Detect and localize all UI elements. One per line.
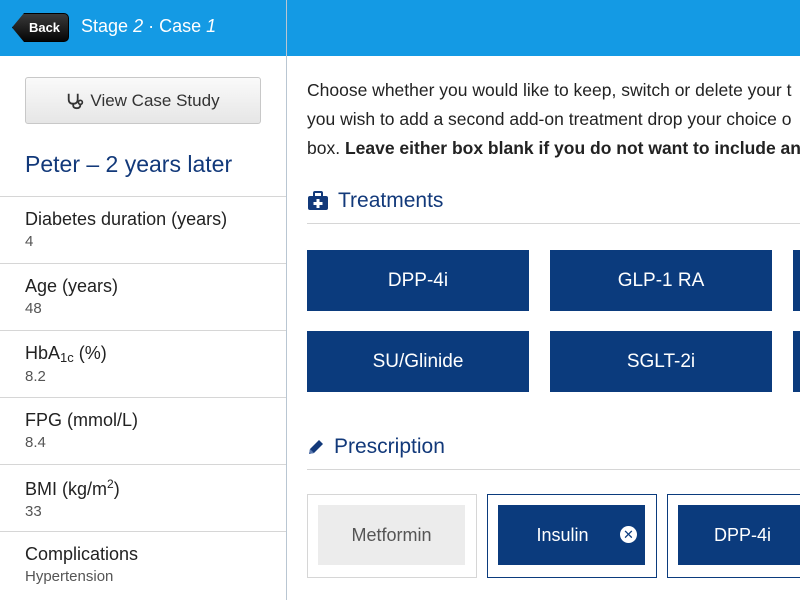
page-title: Stage 2 · Case 1 xyxy=(81,16,216,37)
instructions-plain: box. xyxy=(307,138,345,158)
title-stage-number: 2 xyxy=(133,16,144,36)
treatment-dpp4i-button[interactable]: DPP-4i xyxy=(307,250,529,311)
prescription-insulin[interactable]: Insulin ✕ xyxy=(498,505,645,565)
treatment-su-glinide-button[interactable]: SU/Glinide xyxy=(307,331,529,392)
instructions-bold: Leave either box blank if you do not wan… xyxy=(344,138,800,158)
treatment-label: DPP-4i xyxy=(387,269,449,291)
section-divider xyxy=(307,223,800,224)
instructions-text: Choose whether you would like to keep, s… xyxy=(307,76,800,163)
stethoscope-icon xyxy=(68,93,84,109)
treatment-sglt2i-button[interactable]: SGLT-2i xyxy=(550,331,772,392)
left-navbar: Back Stage 2 · Case 1 xyxy=(0,0,286,56)
view-case-study-button[interactable]: View Case Study xyxy=(25,77,261,124)
back-button[interactable]: Back xyxy=(12,13,69,42)
title-case-number: 1 xyxy=(206,16,217,36)
title-case-label: Case xyxy=(159,16,202,36)
medical-kit-icon xyxy=(308,191,328,210)
stat-value: 8.4 xyxy=(25,434,46,451)
stat-value: 33 xyxy=(25,503,42,520)
stat-value: 8.2 xyxy=(25,368,46,385)
prescription-slot-addon-1[interactable]: Insulin ✕ xyxy=(487,494,657,578)
title-separator: · xyxy=(148,16,155,36)
stat-hba1c: HbA1c (%) 8.2 xyxy=(0,330,286,397)
prescription-label: Insulin xyxy=(536,524,589,545)
prescription-label: Metformin xyxy=(351,524,432,545)
stat-diabetes-duration: Diabetes duration (years) 4 xyxy=(0,196,286,263)
stat-label-superscript: 2 xyxy=(107,477,114,491)
stat-label: Diabetes duration (years) xyxy=(25,209,228,229)
main-content: Choose whether you would like to keep, s… xyxy=(287,56,800,600)
treatment-label: SU/Glinide xyxy=(372,350,464,372)
patient-title: Peter – 2 years later xyxy=(25,151,233,177)
treatment-partial-button[interactable] xyxy=(793,250,800,311)
stat-label: BMI (kg/m2) xyxy=(25,477,286,500)
stat-fpg: FPG (mmol/L) 8.4 xyxy=(0,397,286,464)
stat-age: Age (years) 48 xyxy=(0,263,286,330)
stat-label: Age (years) xyxy=(25,276,119,296)
stat-label-subscript: 1c xyxy=(60,350,74,365)
stat-complications: Complications Hypertension xyxy=(0,531,286,598)
view-case-study-label: View Case Study xyxy=(90,90,220,110)
pencil-icon xyxy=(309,440,323,454)
stat-value: 4 xyxy=(25,233,34,250)
stat-label-close: ) xyxy=(113,479,120,499)
stat-label-main: BMI (kg/m xyxy=(25,479,108,499)
instructions-line: box. Leave either box blank if you do no… xyxy=(307,134,800,163)
stat-label-unit: (%) xyxy=(73,343,107,363)
prescription-heading: Prescription xyxy=(307,435,445,459)
stat-label: HbA1c (%) xyxy=(25,343,286,365)
stat-value: Hypertension xyxy=(25,568,114,585)
right-navbar xyxy=(287,0,800,56)
treatments-heading-label: Treatments xyxy=(338,189,444,212)
prescription-dpp4i[interactable]: DPP-4i ✕ xyxy=(678,505,800,565)
stat-bmi: BMI (kg/m2) 33 xyxy=(0,464,286,531)
treatment-label: SGLT-2i xyxy=(626,350,696,372)
prescription-heading-label: Prescription xyxy=(334,435,445,458)
prescription-slot-base: Metformin xyxy=(307,494,477,578)
stat-label: FPG (mmol/L) xyxy=(25,410,139,430)
treatments-heading: Treatments xyxy=(307,189,443,213)
stat-value: 48 xyxy=(25,300,42,317)
patient-sidebar: View Case Study Peter – 2 years later Di… xyxy=(0,56,286,600)
remove-icon[interactable]: ✕ xyxy=(620,526,637,543)
stat-label-main: HbA xyxy=(25,343,61,363)
treatment-partial-button[interactable] xyxy=(793,331,800,392)
title-stage-label: Stage xyxy=(81,16,129,36)
instructions-line: Choose whether you would like to keep, s… xyxy=(307,80,792,100)
section-divider xyxy=(307,469,800,470)
prescription-slot-addon-2[interactable]: DPP-4i ✕ xyxy=(667,494,800,578)
instructions-line: you wish to add a second add-on treatmen… xyxy=(307,109,792,129)
back-button-label: Back xyxy=(28,20,61,35)
treatment-glp1ra-button[interactable]: GLP-1 RA xyxy=(550,250,772,311)
prescription-label: DPP-4i xyxy=(713,524,771,545)
prescription-metformin: Metformin xyxy=(318,505,465,565)
stat-label: Complications xyxy=(25,544,139,564)
treatment-label: GLP-1 RA xyxy=(617,269,705,291)
